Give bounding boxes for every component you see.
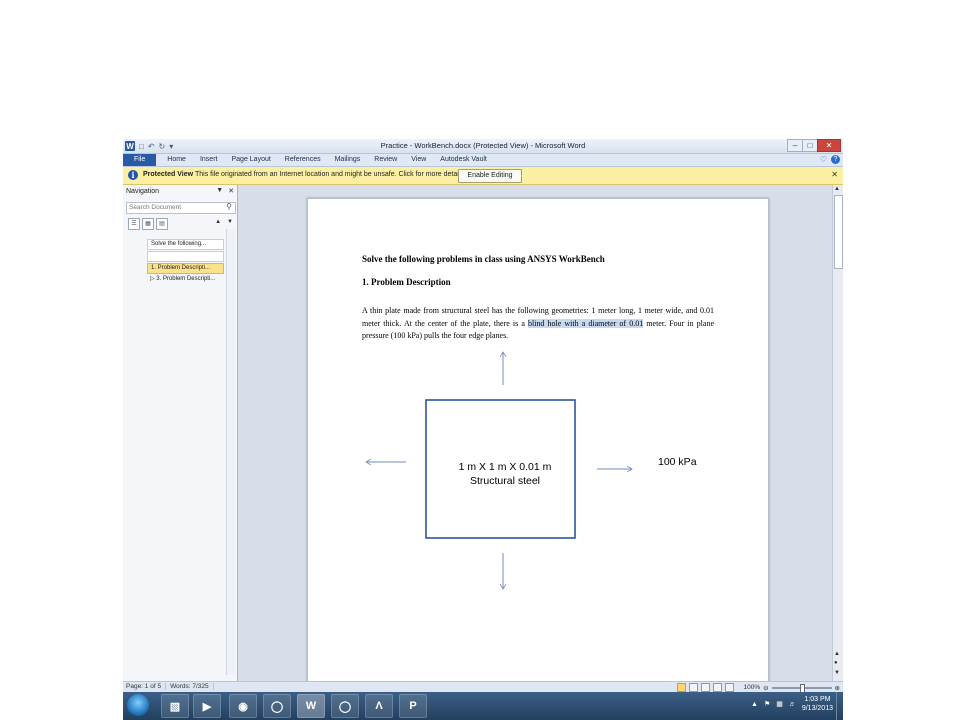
word-window: W □ ↶ ↻ ▾ Practice - WorkBench.docx (Pro… (123, 139, 843, 717)
close-navigation-icon[interactable]: ✕ (228, 187, 234, 195)
media-player-icon[interactable]: ▶ (193, 694, 221, 718)
pressure-label: 100 kPa (658, 456, 697, 468)
help-icon[interactable]: ? (831, 155, 840, 164)
next-heading-icon[interactable]: ▼ (227, 219, 233, 225)
title-bar: W □ ↶ ↻ ▾ Practice - WorkBench.docx (Pro… (123, 139, 843, 154)
windows-taskbar: ▧ ▶ ◉ ◯ W ◯ Λ P ▲ ⚑ ▦ ♬ 1:03 PM 9/13/201… (123, 692, 843, 720)
zoom-level[interactable]: 100% (743, 684, 760, 691)
nav-heading-item[interactable] (147, 251, 224, 262)
zoom-slider[interactable] (771, 683, 832, 694)
print-layout-view-icon[interactable] (677, 683, 687, 692)
info-shield-icon: i (128, 170, 138, 180)
volume-icon[interactable]: ♬ (789, 701, 796, 708)
minimize-button[interactable]: – (787, 139, 803, 152)
word-count[interactable]: Words: 7/325 (170, 683, 214, 690)
tab-page-layout[interactable]: Page Layout (224, 154, 277, 166)
plate-material-label: Structural steel (470, 475, 540, 487)
firefox-window-icon[interactable]: ◯ (331, 694, 359, 718)
word-taskbar-icon[interactable]: W (297, 694, 325, 718)
system-tray: ▲ ⚑ ▦ ♬ 1:03 PM 9/13/2013 (751, 695, 833, 713)
nav-heading-item[interactable]: Solve the following... (147, 239, 224, 250)
expand-ribbon-icon[interactable]: ♡ (820, 155, 827, 164)
browse-results-icon[interactable]: ▤ (156, 218, 168, 230)
plate-figure: 1 m X 1 m X 0.01 m Structural steel 100 … (308, 339, 697, 599)
start-button[interactable] (127, 694, 149, 716)
outline-view-icon[interactable] (713, 683, 723, 692)
action-center-icon[interactable]: ⚑ (764, 700, 770, 708)
nav-heading-item[interactable]: ▷ 3. Problem Descripti... (147, 275, 222, 284)
search-icon[interactable]: ⚲ (226, 202, 232, 211)
scroll-thumb[interactable] (834, 195, 843, 269)
tab-file[interactable]: File (123, 154, 157, 166)
plate-dimensions-label: 1 m X 1 m X 0.01 m (459, 461, 552, 473)
window-title: Practice - WorkBench.docx (Protected Vie… (380, 141, 586, 150)
tab-insert[interactable]: Insert (193, 154, 225, 166)
ribbon-tabs: File Home Insert Page Layout References … (123, 154, 843, 167)
tab-home[interactable]: Home (160, 154, 193, 166)
protected-view-message[interactable]: This file originated from an Internet lo… (195, 171, 466, 178)
firefox-icon[interactable]: ◯ (263, 694, 291, 718)
nav-pane-options-icon[interactable]: ▼ (216, 187, 223, 195)
clock-date: 9/13/2013 (801, 705, 833, 712)
tab-autodesk-vault[interactable]: Autodesk Vault (433, 154, 494, 166)
protected-view-label: Protected View (143, 171, 194, 178)
powerpoint-icon[interactable]: P (399, 694, 427, 718)
window-controls: – □ ✕ (787, 139, 841, 152)
navigation-title: Navigation (126, 188, 160, 195)
tab-view[interactable]: View (404, 154, 433, 166)
browse-headings-icon[interactable]: ☰ (128, 218, 140, 230)
browse-pages-icon[interactable]: ▦ (142, 218, 154, 230)
close-infobar-icon[interactable]: ✕ (831, 170, 838, 179)
enable-editing-button[interactable]: Enable Editing (458, 169, 522, 183)
section-heading: 1. Problem Description (362, 277, 451, 287)
zoom-in-icon[interactable]: ⊕ (835, 684, 840, 692)
nav-scrollbar[interactable] (226, 229, 235, 675)
highlighted-text: blind hole with a diameter of 0.01 (527, 318, 644, 328)
select-browse-object-icon[interactable]: ● (834, 660, 838, 666)
navigation-pane: Navigation ▼ ✕ Search Document ⚲ ☰ ▦ ▤ ▲… (123, 185, 238, 681)
document-area: Solve the following problems in class us… (238, 185, 833, 684)
draft-view-icon[interactable] (725, 683, 735, 692)
maximize-button[interactable]: □ (802, 139, 818, 152)
search-placeholder: Search Document (129, 204, 182, 211)
web-layout-icon[interactable] (701, 683, 711, 692)
scroll-down-icon[interactable]: ▼ (834, 670, 840, 676)
clock[interactable]: 1:03 PM 9/13/2013 (802, 695, 833, 713)
tab-review[interactable]: Review (367, 154, 404, 166)
full-screen-reading-icon[interactable] (689, 683, 699, 692)
protected-view-bar[interactable]: i Protected View This file originated fr… (123, 167, 843, 185)
document-page[interactable]: Solve the following problems in class us… (307, 198, 769, 684)
zoom-out-icon[interactable]: ⊖ (763, 684, 768, 692)
close-window-button[interactable]: ✕ (817, 139, 841, 152)
problem-paragraph: A thin plate made from structural steel … (362, 305, 714, 343)
previous-heading-icon[interactable]: ▲ (215, 219, 221, 225)
nav-heading-item-selected[interactable]: 1. Problem Descripti... (147, 263, 224, 274)
autodesk-icon[interactable]: Λ (365, 694, 393, 718)
show-desktop-button[interactable] (836, 692, 843, 720)
chrome-icon[interactable]: ◉ (229, 694, 257, 718)
clock-time: 1:03 PM (804, 696, 831, 703)
scroll-up-icon[interactable]: ▲ (834, 186, 840, 192)
explorer-icon[interactable]: ▧ (161, 694, 189, 718)
vertical-scrollbar[interactable]: ▲ ▲ ● ▼ (832, 185, 843, 681)
network-icon[interactable]: ▦ (776, 700, 783, 708)
page-count[interactable]: Page: 1 of 5 (126, 683, 167, 690)
tab-mailings[interactable]: Mailings (328, 154, 368, 166)
tab-references[interactable]: References (278, 154, 328, 166)
search-document-input[interactable]: Search Document ⚲ (126, 202, 236, 214)
scroll-prev-page-icon[interactable]: ▲ (834, 651, 840, 657)
show-hidden-icons-icon[interactable]: ▲ (751, 701, 758, 708)
document-heading: Solve the following problems in class us… (362, 254, 605, 264)
